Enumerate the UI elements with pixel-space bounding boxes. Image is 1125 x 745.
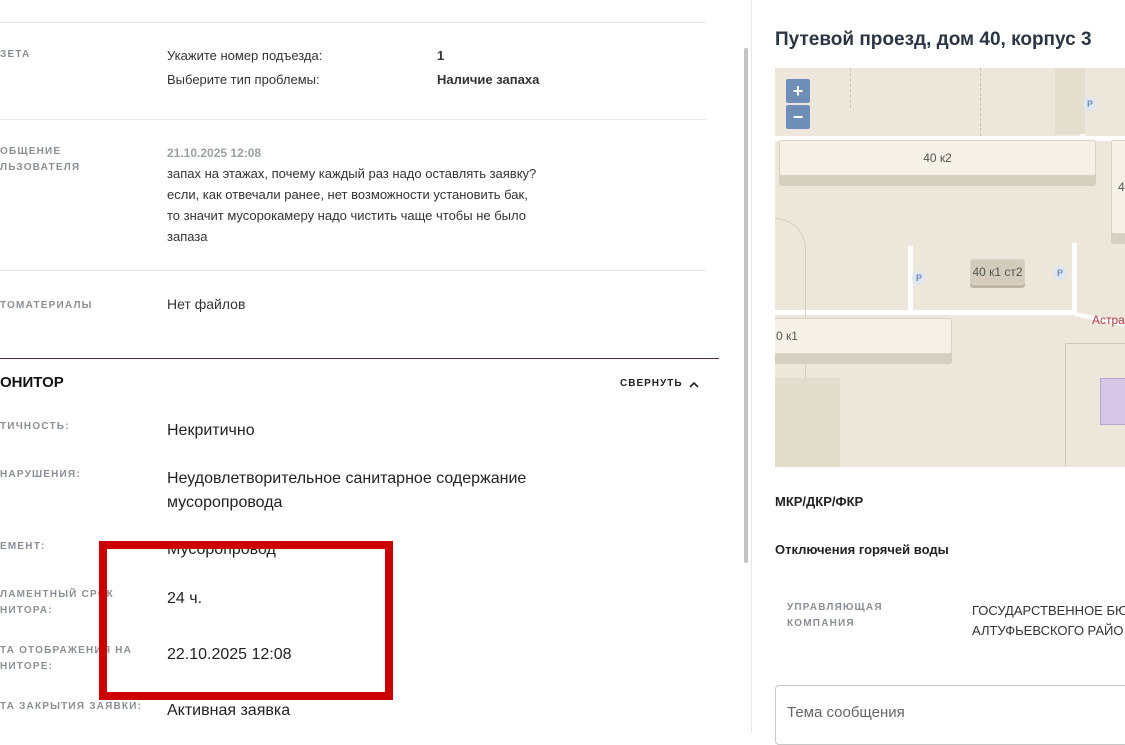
management-value-line: АЛТУФЬЕВСКОГО РАЙО bbox=[972, 623, 1124, 638]
questionnaire-label: ЗЕТА bbox=[0, 49, 31, 60]
management-label-line: КОМПАНИЯ bbox=[787, 618, 855, 629]
scrollbar-thumb[interactable] bbox=[744, 48, 748, 563]
parking-icon: P bbox=[912, 271, 926, 285]
violation-value: Неудовлетворительное санитарное содержан… bbox=[167, 467, 526, 515]
violation-value-line: Неудовлетворительное санитарное содержан… bbox=[167, 470, 527, 487]
message-label-line: ЛЬЗОВАТЕЛЯ bbox=[0, 162, 81, 173]
monitor-title: ОНИТОР bbox=[0, 374, 64, 391]
management-label: УПРАВЛЯЮЩАЯ КОМПАНИЯ bbox=[787, 600, 883, 632]
message-line: то значит мусорокамеру надо чистить чаще… bbox=[167, 208, 526, 223]
management-value-line: ГОСУДАРСТВЕННОЕ БЮ bbox=[972, 603, 1125, 618]
divider bbox=[0, 270, 707, 271]
map[interactable]: 40 к2 4 40 к1 ст2 0 к1 P P P Астра + − bbox=[775, 68, 1125, 467]
violation-label: НАРУШЕНИЯ: bbox=[0, 469, 81, 480]
collapse-label: СВЕРНУТЬ bbox=[620, 378, 683, 389]
element-label: ЕМЕНТ: bbox=[0, 541, 46, 552]
parking-icon: P bbox=[1053, 266, 1067, 280]
map-path bbox=[980, 68, 982, 136]
map-building: 0 к1 bbox=[775, 318, 952, 354]
map-area bbox=[775, 378, 840, 467]
criticality-label: ТИЧНОСТЬ: bbox=[0, 421, 70, 432]
hot-water-title: Отключения горячей воды bbox=[775, 542, 949, 557]
zoom-out-button[interactable]: − bbox=[786, 105, 810, 129]
message-line: запах на этажах, почему каждый раз надо … bbox=[167, 166, 537, 181]
close-date-label: ТА ЗАКРЫТИЯ ЗАЯВКИ: bbox=[0, 701, 143, 712]
map-building: 40 к1 ст2 bbox=[970, 259, 1025, 285]
map-road bbox=[775, 310, 1075, 315]
highlight-box bbox=[99, 541, 393, 700]
close-date-value: Активная заявка bbox=[167, 702, 291, 719]
message-line: если, как отвечали ранее, нет возможност… bbox=[167, 187, 528, 202]
message-line: запаза bbox=[167, 229, 208, 244]
violation-value-line: мусоропровода bbox=[167, 494, 283, 511]
map-building-purple bbox=[1100, 378, 1125, 425]
map-building: 4 bbox=[1111, 140, 1125, 234]
map-path bbox=[850, 68, 852, 108]
panel-separator bbox=[751, 0, 752, 733]
divider bbox=[0, 22, 707, 23]
management-value: ГОСУДАРСТВЕННОЕ БЮ АЛТУФЬЕВСКОГО РАЙО bbox=[972, 601, 1125, 641]
map-area bbox=[1055, 68, 1085, 134]
deadline-label-line: НИТОРА: bbox=[0, 605, 53, 616]
map-road bbox=[1072, 243, 1077, 313]
map-building: 40 к2 bbox=[779, 140, 1096, 176]
problem-type-answer: Наличие запаха bbox=[437, 72, 540, 87]
street-label: Астра bbox=[1092, 313, 1125, 327]
message-label-line: ОБЩЕНИЕ bbox=[0, 146, 62, 157]
entrance-answer: 1 bbox=[437, 48, 445, 63]
program-title: МКР/ДКР/ФКР bbox=[775, 494, 864, 509]
chevron-up-icon bbox=[688, 381, 699, 388]
address-title: Путевой проезд, дом 40, корпус 3 bbox=[775, 29, 1092, 50]
collapse-button[interactable]: СВЕРНУТЬ bbox=[620, 378, 699, 389]
entrance-question: Укажите номер подъезда: bbox=[167, 48, 323, 63]
subject-field[interactable]: Тема сообщения bbox=[775, 685, 1125, 745]
divider bbox=[0, 119, 707, 120]
subject-placeholder: Тема сообщения bbox=[787, 704, 905, 721]
problem-type-question: Выберите тип проблемы: bbox=[167, 72, 320, 87]
section-divider bbox=[0, 358, 719, 359]
parking-icon: P bbox=[1083, 97, 1097, 111]
message-label: ОБЩЕНИЕ ЛЬЗОВАТЕЛЯ bbox=[0, 144, 80, 176]
criticality-value: Некритично bbox=[167, 422, 255, 439]
zoom-in-button[interactable]: + bbox=[786, 79, 810, 103]
management-label-line: УПРАВЛЯЮЩАЯ bbox=[787, 602, 883, 613]
deadline-label: ЛАМЕНТНЫЙ СРОК НИТОРА: bbox=[0, 587, 114, 619]
photos-value: Нет файлов bbox=[167, 296, 246, 312]
photos-label: ТОМАТЕРИАЛЫ bbox=[0, 300, 93, 311]
deadline-label-line: ЛАМЕНТНЫЙ СРОК bbox=[0, 589, 114, 600]
message-timestamp: 21.10.2025 12:08 bbox=[167, 146, 262, 160]
map-path bbox=[775, 218, 806, 390]
message-text: запах на этажах, почему каждый раз надо … bbox=[167, 163, 536, 247]
